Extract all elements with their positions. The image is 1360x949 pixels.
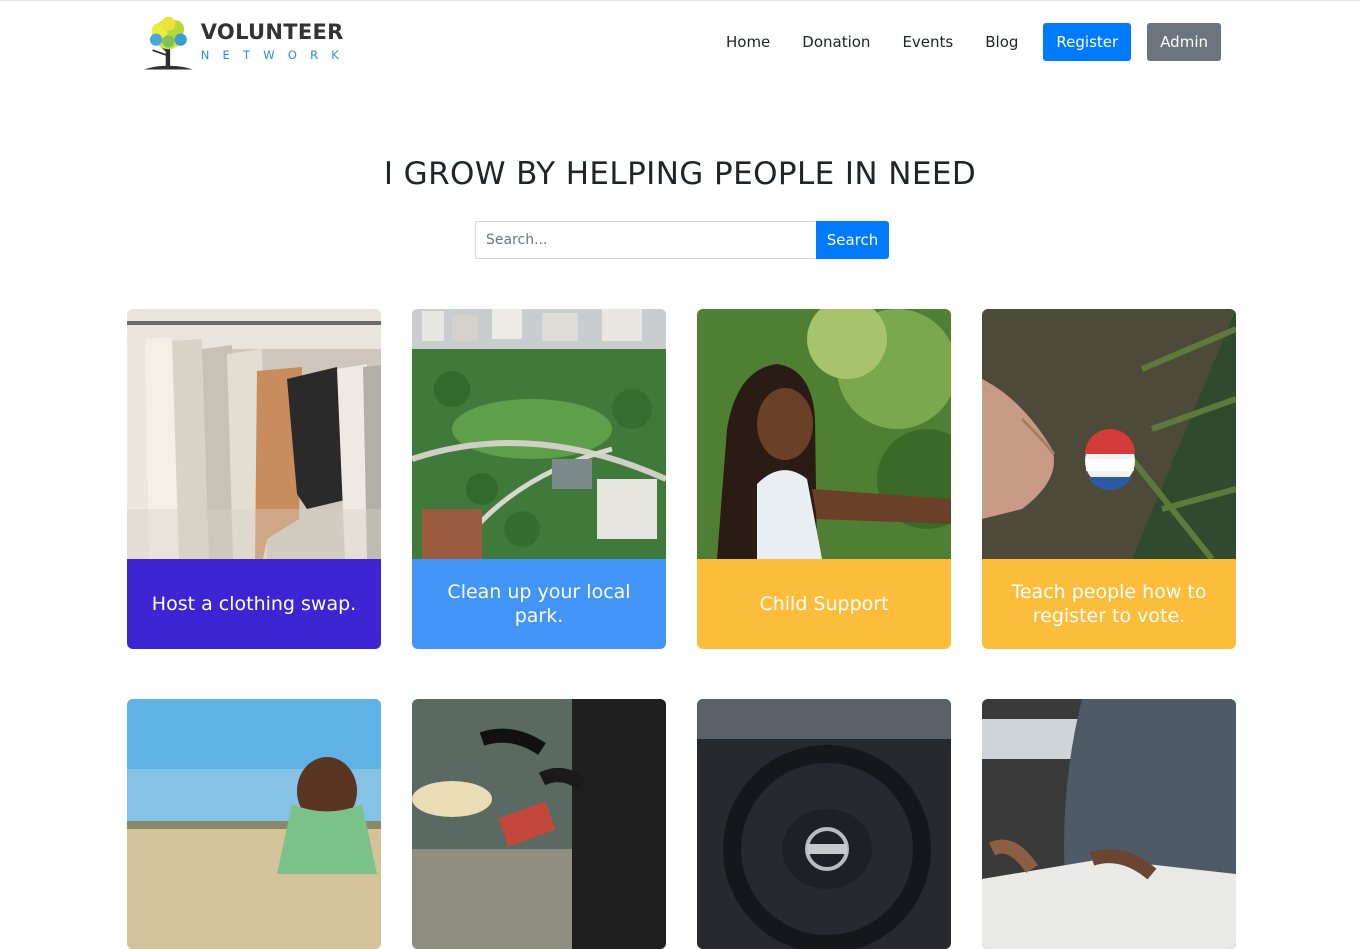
register-button[interactable]: Register (1043, 23, 1132, 61)
card-reading[interactable] (982, 699, 1236, 949)
nav-blog-link[interactable]: Blog (985, 33, 1018, 51)
main-nav: Home Donation Events Blog Register Admin (726, 23, 1221, 61)
tree-logo-icon (143, 16, 193, 70)
nav-donation-link[interactable]: Donation (802, 33, 870, 51)
nav-home-link[interactable]: Home (726, 33, 770, 51)
i-voted-sticker-photo (982, 309, 1236, 559)
smiling-girl-photo (697, 309, 951, 559)
card-title: Teach people how to register to vote. (982, 559, 1236, 649)
card-title: Clean up your local park. (412, 559, 666, 649)
car-steering-wheel-photo (697, 699, 951, 949)
brand-title: VOLUNTEER (200, 20, 344, 44)
card-title: Host a clothing swap. (127, 559, 381, 649)
card-voter-registration[interactable]: Teach people how to register to vote. (982, 309, 1236, 649)
card-park-cleanup[interactable]: Clean up your local park. (412, 309, 666, 649)
nav-events-link[interactable]: Events (902, 33, 953, 51)
brand-subtitle: NETWORK (200, 48, 352, 62)
search-bar: Search (475, 221, 889, 259)
card-clothing-swap[interactable]: Host a clothing swap. (127, 309, 381, 649)
boy-in-field-photo (127, 699, 381, 949)
brand-logo[interactable]: VOLUNTEER NETWORK (142, 13, 352, 75)
admin-button[interactable]: Admin (1147, 23, 1221, 61)
card-title: Child Support (697, 559, 951, 649)
card-boy-in-field[interactable] (127, 699, 381, 949)
reading-book-photo (982, 699, 1236, 949)
hero-title: I GROW BY HELPING PEOPLE IN NEED (383, 156, 977, 192)
card-child-support[interactable]: Child Support (697, 309, 951, 649)
food-bank-photo (412, 699, 666, 949)
clothing-rack-photo (127, 309, 381, 559)
card-driving[interactable] (697, 699, 951, 949)
search-input[interactable] (475, 221, 816, 259)
city-park-aerial-photo (412, 309, 666, 559)
card-food-bank[interactable] (412, 699, 666, 949)
search-button[interactable]: Search (816, 221, 889, 259)
